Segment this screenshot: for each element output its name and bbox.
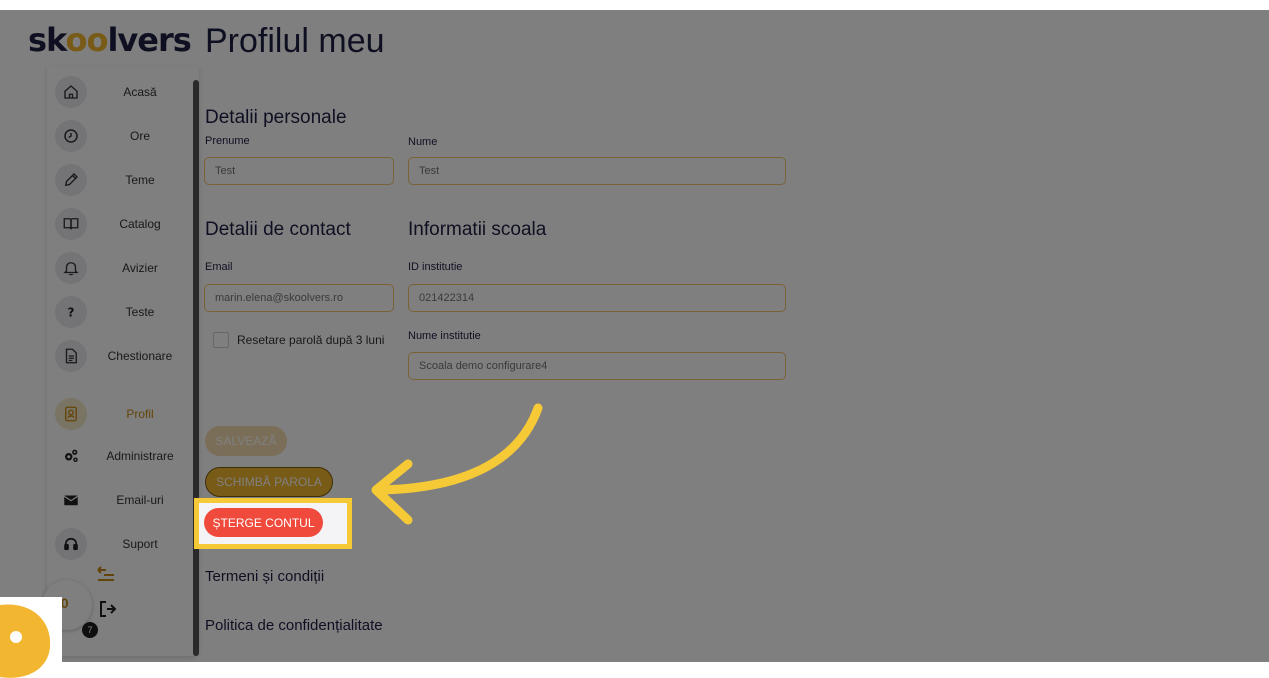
sidebar-item-acasa[interactable]: Acasă <box>53 74 193 110</box>
terms-link[interactable]: Termeni și condiții <box>205 568 324 585</box>
document-icon <box>55 340 87 372</box>
last-name-label: Nume <box>408 136 438 148</box>
pointer-arrow <box>371 403 543 525</box>
headset-icon <box>55 528 87 560</box>
reset-password-label: Resetare parolă după 3 luni <box>237 333 385 347</box>
first-name-label: Prenume <box>205 135 250 147</box>
page-title: Profilul meu <box>205 22 385 60</box>
institution-name-label: Nume institutie <box>408 330 481 342</box>
collapse-sidebar-icon[interactable] <box>96 566 116 587</box>
change-password-button[interactable]: SCHIMBĂ PAROLA <box>205 467 333 497</box>
sidebar-item-ore[interactable]: Ore <box>53 118 193 154</box>
question-icon: ? <box>55 296 87 328</box>
app-mascot-icon <box>0 597 62 678</box>
sidebar-item-label: Catalog <box>119 217 161 231</box>
email-field[interactable] <box>204 284 394 312</box>
institution-name-field[interactable] <box>408 352 786 380</box>
bell-icon <box>55 252 87 284</box>
sidebar-item-label: Avizier <box>122 261 158 275</box>
save-button[interactable]: SALVEAZĂ <box>205 426 287 456</box>
pencil-icon <box>55 164 87 196</box>
profile-icon <box>55 398 87 430</box>
sidebar-scrollbar[interactable] <box>193 80 199 656</box>
privacy-link[interactable]: Politica de confidențialitate <box>205 617 383 634</box>
sidebar-item-label: Administrare <box>106 449 174 463</box>
sidebar-item-chestionare[interactable]: Chestionare <box>53 338 193 374</box>
institution-id-label: ID institutie <box>408 261 463 273</box>
gears-icon <box>55 440 87 472</box>
sidebar-item-label: Teste <box>125 305 155 319</box>
sidebar-item-label: Suport <box>122 537 158 551</box>
institution-id-field[interactable] <box>408 284 786 312</box>
notification-badge: 7 <box>82 622 98 638</box>
sidebar-item-profil[interactable]: Profil <box>53 396 193 432</box>
sidebar-item-administrare[interactable]: Administrare <box>53 438 193 474</box>
sidebar-item-label: Chestionare <box>107 349 173 363</box>
contact-details-heading: Detalii de contact <box>205 219 351 240</box>
personal-details-heading: Detalii personale <box>205 107 347 128</box>
reset-password-option: Resetare parolă după 3 luni <box>213 332 384 348</box>
app-screen: skoolvers Acasă Ore Teme Catalog Avizier… <box>0 10 1269 662</box>
sidebar-item-label: Profil <box>126 407 154 421</box>
home-icon <box>55 76 87 108</box>
delete-account-button[interactable]: ȘTERGE CONTUL <box>204 508 323 537</box>
sidebar-item-label: Email-uri <box>116 493 164 507</box>
book-icon <box>55 208 87 240</box>
logout-icon[interactable] <box>98 600 118 623</box>
first-name-field[interactable] <box>204 157 394 185</box>
clock-icon <box>55 120 87 152</box>
sidebar-item-suport[interactable]: Suport <box>53 526 193 562</box>
last-name-field[interactable] <box>408 157 786 185</box>
sidebar-item-teme[interactable]: Teme <box>53 162 193 198</box>
email-label: Email <box>205 261 233 273</box>
sidebar-item-avizier[interactable]: Avizier <box>53 250 193 286</box>
skoolvers-logo: skoolvers <box>28 21 192 59</box>
sidebar-item-teste[interactable]: ? Teste <box>53 294 193 330</box>
school-info-heading: Informatii scoala <box>408 219 547 240</box>
sidebar-item-label: Ore <box>129 129 150 143</box>
svg-text:?: ? <box>68 306 75 320</box>
sidebar: Acasă Ore Teme Catalog Avizier ? Teste C… <box>47 66 199 656</box>
sidebar-item-catalog[interactable]: Catalog <box>53 206 193 242</box>
envelope-icon <box>55 484 87 516</box>
reset-password-checkbox[interactable] <box>213 332 229 348</box>
sidebar-item-email-uri[interactable]: Email-uri <box>53 482 193 518</box>
sidebar-item-label: Teme <box>125 173 155 187</box>
sidebar-item-label: Acasă <box>123 85 157 99</box>
